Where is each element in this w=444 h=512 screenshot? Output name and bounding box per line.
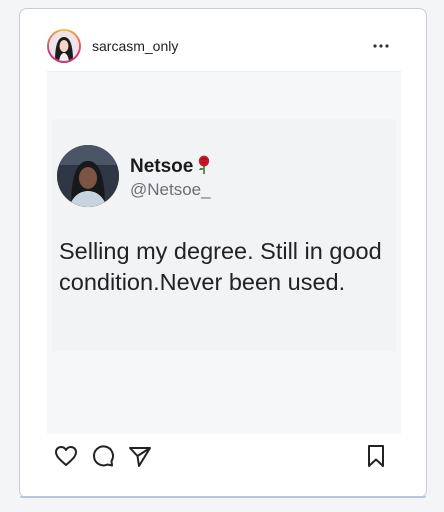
card-bottom-accent bbox=[20, 496, 426, 498]
send-icon[interactable] bbox=[127, 443, 153, 469]
bookmark-icon[interactable] bbox=[363, 443, 389, 469]
more-horizontal-icon[interactable] bbox=[372, 39, 390, 53]
profile-avatar[interactable] bbox=[47, 29, 81, 63]
post-header: sarcasm_only bbox=[20, 9, 426, 71]
tweet-screenshot: Netsoe @Netsoe_ Selling my degree. Still… bbox=[52, 119, 396, 351]
rose-icon bbox=[197, 155, 211, 175]
post-actions bbox=[20, 439, 426, 473]
profile-avatar-image bbox=[49, 31, 79, 61]
post-media[interactable]: Netsoe @Netsoe_ Selling my degree. Still… bbox=[47, 72, 401, 434]
tweet-text: Selling my degree. Still in good conditi… bbox=[59, 238, 382, 295]
tweet-display-name-text: Netsoe bbox=[130, 156, 194, 177]
username[interactable]: sarcasm_only bbox=[92, 38, 178, 54]
comment-icon[interactable] bbox=[90, 443, 116, 469]
post-card: sarcasm_only Netsoe @Netsoe_ Selling my … bbox=[19, 8, 427, 498]
heart-icon[interactable] bbox=[53, 443, 79, 469]
tweet-avatar bbox=[57, 145, 119, 207]
tweet-handle: @Netsoe_ bbox=[130, 180, 211, 199]
tweet-display-name: Netsoe bbox=[130, 155, 211, 178]
